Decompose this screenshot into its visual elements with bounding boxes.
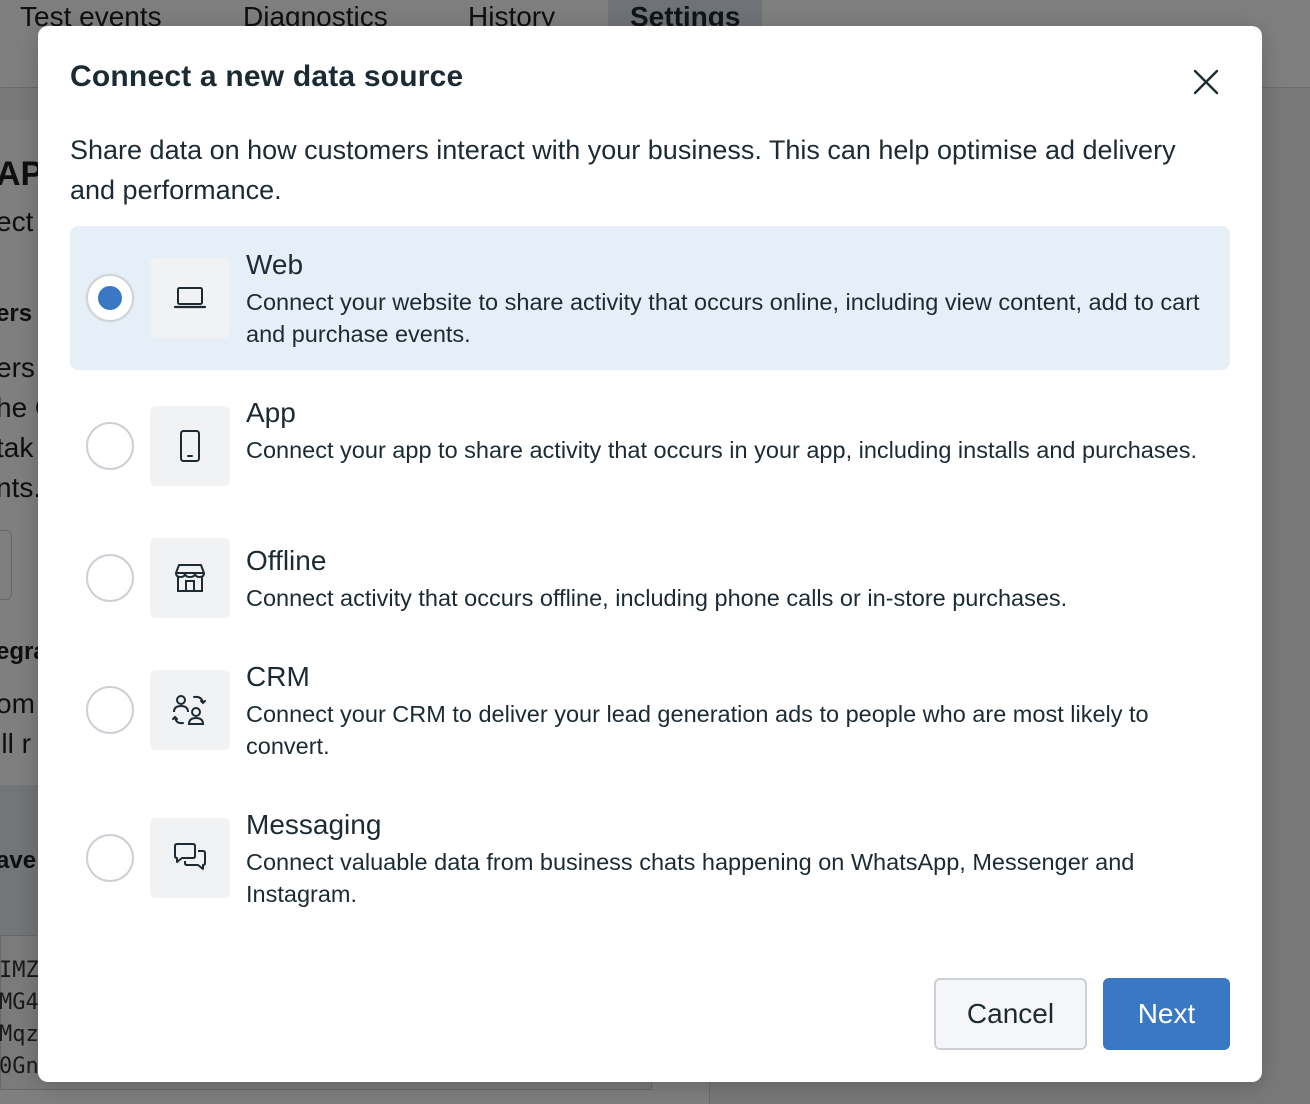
storefront-icon (150, 538, 230, 618)
radio-app[interactable] (86, 422, 134, 470)
option-description: Connect your website to share activity t… (246, 289, 1200, 347)
mobile-phone-icon (150, 406, 230, 486)
option-description: Connect valuable data from business chat… (246, 849, 1135, 907)
option-description: Connect activity that occurs offline, in… (246, 585, 1068, 611)
laptop-icon (150, 258, 230, 338)
option-title: App (246, 397, 296, 428)
connect-data-source-dialog: Connect a new data source Share data on … (38, 26, 1262, 1082)
option-offline[interactable]: Offline Connect activity that occurs off… (70, 522, 1230, 634)
close-button[interactable] (1186, 62, 1226, 102)
option-description: Connect your CRM to deliver your lead ge… (246, 701, 1149, 759)
option-title: Messaging (246, 809, 382, 840)
close-icon (1193, 69, 1219, 95)
option-description: Connect your app to share activity that … (246, 437, 1197, 463)
people-sync-icon (150, 670, 230, 750)
option-crm[interactable]: CRM Connect your CRM to deliver your lea… (70, 638, 1230, 782)
option-title: Web (246, 249, 304, 280)
radio-selected-dot (98, 286, 122, 310)
option-web[interactable]: Web Connect your website to share activi… (70, 226, 1230, 370)
radio-crm[interactable] (86, 686, 134, 734)
radio-web[interactable] (86, 274, 134, 322)
radio-offline[interactable] (86, 554, 134, 602)
option-title: CRM (246, 661, 310, 692)
option-messaging[interactable]: Messaging Connect valuable data from bus… (70, 786, 1230, 930)
chat-bubbles-icon (150, 818, 230, 898)
radio-messaging[interactable] (86, 834, 134, 882)
dialog-description: Share data on how customers interact wit… (70, 135, 1176, 205)
cancel-button[interactable]: Cancel (934, 978, 1087, 1050)
dialog-title: Connect a new data source (70, 60, 464, 93)
option-title: Offline (246, 545, 327, 576)
next-button[interactable]: Next (1103, 978, 1230, 1050)
option-app[interactable]: App Connect your app to share activity t… (70, 374, 1230, 518)
